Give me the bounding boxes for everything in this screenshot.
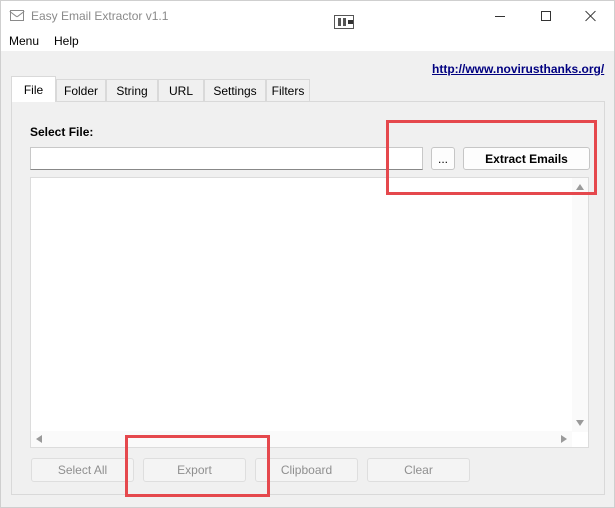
scroll-right-icon[interactable] [561,435,567,443]
film-icon [334,15,354,29]
vertical-scrollbar[interactable] [572,178,588,432]
menu-item-help[interactable]: Help [54,34,79,48]
file-path-input[interactable] [30,147,423,170]
scroll-left-icon[interactable] [36,435,42,443]
extract-emails-button[interactable]: Extract Emails [463,147,590,170]
envelope-icon [10,10,24,21]
select-file-label: Select File: [30,125,94,139]
clipboard-button[interactable]: Clipboard [255,458,358,482]
scroll-down-icon[interactable] [576,420,584,426]
menu-bar: Menu Help [1,31,614,51]
window-title: Easy Email Extractor v1.1 [31,9,169,23]
minimize-icon [495,15,505,17]
browse-button[interactable]: ... [431,147,455,170]
maximize-button[interactable] [523,1,569,31]
tab-filters[interactable]: Filters [266,79,310,101]
close-button[interactable] [568,1,614,31]
close-icon [585,10,597,22]
tab-settings[interactable]: Settings [204,79,266,101]
menu-item-menu[interactable]: Menu [9,34,39,48]
title-bar: Easy Email Extractor v1.1 [1,1,614,31]
clear-button[interactable]: Clear [367,458,470,482]
tab-folder[interactable]: Folder [56,79,106,101]
tab-file[interactable]: File [11,76,56,102]
minimize-button[interactable] [477,1,523,31]
tab-url[interactable]: URL [158,79,204,101]
website-link[interactable]: http://www.novirusthanks.org/ [432,62,604,76]
maximize-icon [541,11,551,21]
export-button[interactable]: Export [143,458,246,482]
horizontal-scrollbar[interactable] [31,431,572,447]
select-all-button[interactable]: Select All [31,458,134,482]
results-list[interactable] [30,177,589,448]
scroll-up-icon[interactable] [576,184,584,190]
tab-string[interactable]: String [106,79,158,101]
main-window: Easy Email Extractor v1.1 Menu Help http… [0,0,615,508]
